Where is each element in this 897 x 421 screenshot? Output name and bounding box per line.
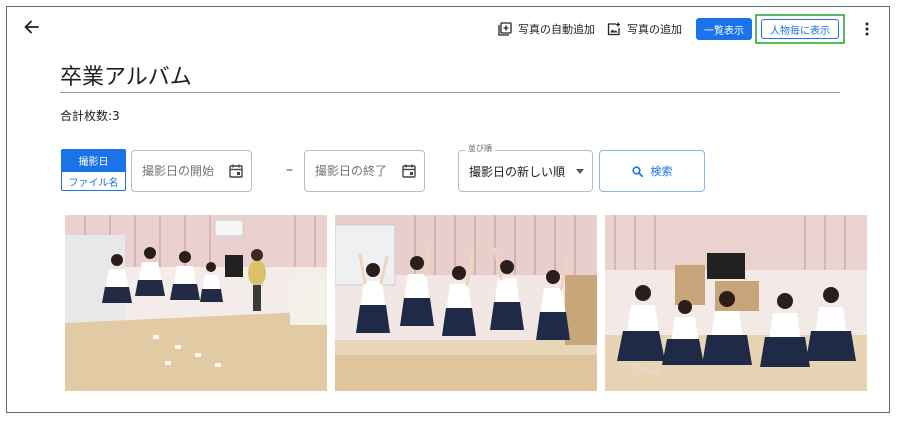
filter-mode-toggle: 撮影日 ファイル名 [61, 149, 126, 191]
search-icon [631, 165, 643, 177]
mode-shooting-date[interactable]: 撮影日 [61, 149, 126, 171]
sort-order-label: 並び順 [465, 143, 495, 154]
kids-sitting-photo-image [605, 215, 867, 391]
kids-raising-hands-photo-image [335, 215, 597, 391]
search-button[interactable]: 検索 [599, 150, 705, 192]
person-view-button[interactable]: 人物毎に表示 [761, 19, 839, 39]
total-count: 合計枚数:3 [60, 109, 120, 123]
calendar-icon[interactable] [229, 164, 243, 178]
add-photo-label: 写真の追加 [627, 23, 682, 36]
auto-add-photos-button[interactable]: 写真の自動追加 [498, 21, 595, 37]
person-view-highlight: 人物毎に表示 [755, 14, 845, 44]
photo-thumbnail[interactable] [65, 215, 327, 391]
arrow-left-icon [24, 20, 39, 34]
more-vert-icon [865, 22, 869, 36]
calendar-icon[interactable] [402, 164, 416, 178]
add-photo-button[interactable]: 写真の追加 [607, 21, 682, 37]
start-date-field[interactable] [131, 150, 252, 192]
app-frame: 写真の自動追加 写真の追加 一覧表示 人物毎に表示 卒業アルバム 合計枚数:3 … [6, 6, 890, 413]
classroom-photo-image [65, 215, 327, 391]
caret-down-icon [576, 168, 584, 174]
mode-file-name[interactable]: ファイル名 [61, 171, 126, 191]
list-view-button[interactable]: 一覧表示 [696, 18, 752, 40]
sort-order-value: 撮影日の新しい順 [469, 164, 566, 179]
title-divider [60, 92, 840, 93]
more-menu-button[interactable] [855, 17, 879, 41]
add-photo-icon [607, 22, 620, 36]
page-title: 卒業アルバム [60, 65, 192, 90]
start-date-input[interactable] [142, 164, 227, 178]
end-date-field[interactable] [304, 150, 425, 192]
back-button[interactable] [19, 15, 43, 39]
auto-add-photos-label: 写真の自動追加 [518, 23, 595, 36]
end-date-input[interactable] [315, 164, 400, 178]
search-label: 検索 [650, 165, 673, 178]
library-add-icon [498, 22, 512, 36]
photo-thumbnail[interactable] [335, 215, 597, 391]
date-range-separator: – [286, 162, 293, 178]
photo-thumbnail[interactable] [605, 215, 867, 391]
sort-order-select[interactable]: 撮影日の新しい順 [458, 150, 593, 192]
toolbar: 写真の自動追加 写真の追加 一覧表示 人物毎に表示 [498, 14, 889, 44]
